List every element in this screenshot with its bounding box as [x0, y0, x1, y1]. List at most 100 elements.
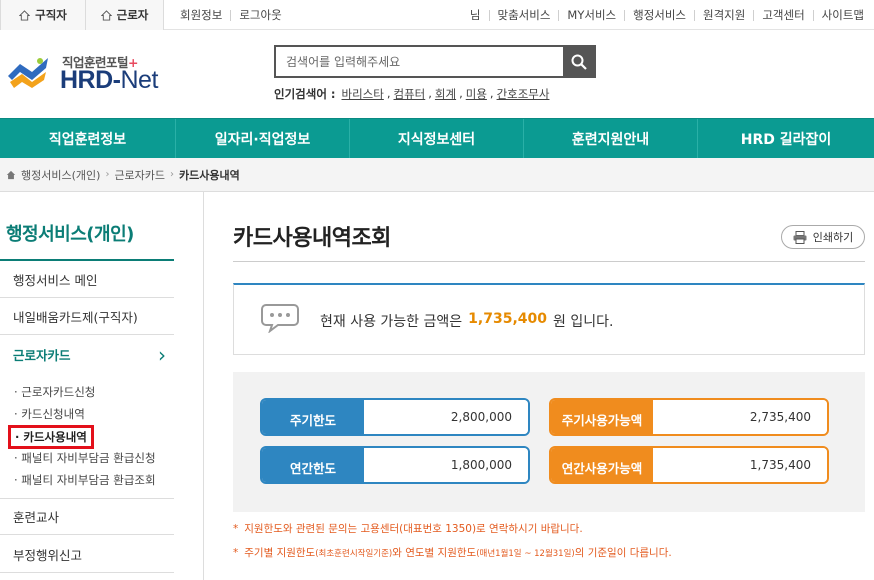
cycle-available-value: 2,735,400: [653, 400, 827, 434]
divider: [812, 9, 814, 21]
note-star: *: [233, 547, 239, 559]
logo-title-net: Net: [120, 66, 159, 94]
logo-title-hrd: HRD-: [60, 66, 121, 94]
tab-job-seeker-label: 구직자: [35, 8, 67, 22]
breadcrumb-current: 카드사용내역: [179, 168, 240, 182]
nav-knowledge-center[interactable]: 지식정보센터: [350, 119, 524, 159]
logo-mark-icon: [8, 58, 48, 88]
sidebar: 행정서비스(개인) 행정서비스 메인 내일배움카드제(구직자) 근로자카드 › ·…: [0, 192, 204, 580]
popular-term[interactable]: 회계: [435, 86, 456, 102]
cycle-limit-box: 주기한도 2,800,000: [260, 398, 530, 436]
sidebar-item-card-jobseeker[interactable]: 내일배움카드제(구직자): [0, 298, 174, 335]
divider: [230, 9, 232, 21]
sub-item-card-usage[interactable]: · 카드사용내역: [8, 425, 94, 449]
chevron-right-icon: ›: [105, 169, 110, 180]
my-service-link[interactable]: MY서비스: [567, 7, 616, 23]
speech-bubble-icon: [261, 304, 299, 333]
annual-available-label: 연간사용가능액: [551, 448, 653, 482]
annual-limit-box: 연간한도 1,800,000: [260, 446, 530, 484]
divider: [558, 9, 560, 21]
divider: [624, 9, 626, 21]
balance-amount: 1,735,400: [468, 311, 547, 327]
note-text: 주기별 지원한도: [244, 547, 316, 559]
logo-title: HRD-Net: [60, 66, 158, 95]
note-text: 와 연도별 지원한도: [392, 547, 477, 559]
sidebar-item-admin-main[interactable]: 행정서비스 메인: [0, 261, 174, 298]
search-icon: [571, 54, 587, 70]
popular-label: 인기검색어 :: [274, 87, 336, 101]
sidebar-item-label: 훈련교사: [13, 510, 60, 525]
note-star: *: [233, 523, 239, 535]
sidebar-title: 행정서비스(개인): [6, 224, 134, 245]
balance-suffix: 원 입니다.: [552, 314, 614, 330]
nav-training-support[interactable]: 훈련지원안내: [524, 119, 698, 159]
remote-support-link[interactable]: 원격지원: [703, 7, 745, 23]
customer-center-link[interactable]: 고객센터: [762, 7, 804, 23]
tab-worker-label: 근로자: [116, 8, 149, 22]
user-name-redacted: [441, 9, 470, 21]
note-text: 지원한도와 관련된 문의는 고용센터(대표번호 1350)로 연락하시기 바랍니…: [244, 523, 583, 535]
divider: [753, 9, 755, 21]
divider: [694, 9, 696, 21]
popular-term[interactable]: 바리스타: [342, 86, 384, 102]
sub-item-penalty-refund-check[interactable]: · 패널티 자비부담금 환급조회: [14, 472, 156, 488]
sidebar-item-label: 내일배움카드제(구직자): [13, 309, 138, 325]
search-button[interactable]: [563, 47, 594, 76]
note-small: (매년1월1일 ~ 12월31일): [476, 549, 575, 559]
sidebar-item-fraud-report[interactable]: 부정행위신고: [0, 536, 174, 573]
custom-service-link[interactable]: 맞춤서비스: [498, 7, 551, 23]
sidebar-item-trainer[interactable]: 훈련교사: [0, 498, 174, 535]
sitemap-link[interactable]: 사이트맵: [822, 7, 864, 23]
sub-item-penalty-refund-apply[interactable]: · 패널티 자비부담금 환급신청: [14, 450, 156, 466]
home-icon[interactable]: [6, 170, 16, 180]
note-text: 의 기준일이 다릅니다.: [574, 547, 672, 559]
notice-line: * 주기별 지원한도(최초훈련시작일기준)와 연도별 지원한도(매년1월1일 ~ …: [233, 545, 672, 560]
printer-icon: [793, 230, 807, 244]
popular-term[interactable]: 컴퓨터: [394, 86, 426, 102]
logout-link[interactable]: 로그아웃: [239, 7, 281, 23]
cycle-available-box: 주기사용가능액 2,735,400: [549, 398, 829, 436]
nav-hrd-guide[interactable]: HRD 길라잡이: [698, 119, 874, 159]
sidebar-item-label: 행정서비스 메인: [13, 272, 98, 288]
cycle-available-label: 주기사용가능액: [551, 400, 653, 434]
sidebar-item-label: 부정행위신고: [13, 547, 83, 563]
divider: [233, 261, 865, 262]
tab-job-seeker[interactable]: 구직자: [0, 0, 86, 30]
annual-limit-value: 1,800,000: [364, 448, 528, 482]
sidebar-item-worker-card[interactable]: 근로자카드 ›: [0, 336, 174, 373]
cycle-limit-value: 2,800,000: [364, 400, 528, 434]
cycle-limit-label: 주기한도: [262, 400, 364, 434]
balance-prefix: 현재 사용 가능한 금액은: [320, 314, 463, 330]
page-title: 카드사용내역조회: [233, 226, 391, 251]
breadcrumb-item[interactable]: 근로자카드: [114, 167, 165, 183]
home-icon: [100, 9, 112, 21]
note-small: (최초훈련시작일기준): [315, 549, 393, 559]
utility-links: 님 맞춤서비스 MY서비스 행정서비스 원격지원 고객센터 사이트맵: [441, 0, 864, 30]
balance-text: 현재 사용 가능한 금액은 1,735,400 원 입니다.: [320, 311, 613, 331]
tab-worker[interactable]: 근로자: [86, 0, 164, 30]
divider: [488, 9, 490, 21]
user-suffix: 님: [469, 8, 481, 22]
popular-searches: 인기검색어 : 바리스타, 컴퓨터, 회계, 미용, 간호조무사: [274, 86, 550, 102]
sub-item-card-apply[interactable]: · 근로자카드신청: [14, 384, 95, 400]
sub-item-card-apply-history[interactable]: · 카드신청내역: [14, 406, 85, 422]
admin-service-link[interactable]: 행정서비스: [633, 7, 686, 23]
home-icon: [19, 9, 31, 21]
breadcrumb: 행정서비스(개인) › 근로자카드 › 카드사용내역: [0, 158, 874, 192]
balance-summary: 현재 사용 가능한 금액은 1,735,400 원 입니다.: [233, 283, 865, 355]
nav-job-info[interactable]: 일자리·직업정보: [176, 119, 350, 159]
chevron-right-icon: ›: [158, 342, 166, 367]
breadcrumb-item[interactable]: 행정서비스(개인): [21, 167, 100, 183]
member-links: 회원정보 로그아웃: [180, 0, 282, 30]
hrd-net-logo[interactable]: 직업훈련포털+ HRD-Net: [6, 48, 171, 96]
annual-available-box: 연간사용가능액 1,735,400: [549, 446, 829, 484]
popular-term[interactable]: 미용: [466, 86, 487, 102]
nav-training-info[interactable]: 직업훈련정보: [0, 119, 176, 159]
print-button[interactable]: 인쇄하기: [781, 225, 865, 249]
main-navigation: 직업훈련정보 일자리·직업정보 지식정보센터 훈련지원안내 HRD 길라잡이: [0, 118, 874, 159]
member-info-link[interactable]: 회원정보: [180, 7, 222, 23]
annual-available-value: 1,735,400: [653, 448, 827, 482]
search-input[interactable]: [276, 47, 563, 76]
popular-term[interactable]: 간호조무사: [497, 86, 550, 102]
top-utility-bar: 구직자 근로자 회원정보 로그아웃 님 맞춤서비스 MY서비스 행정서비스 원격…: [0, 0, 874, 30]
